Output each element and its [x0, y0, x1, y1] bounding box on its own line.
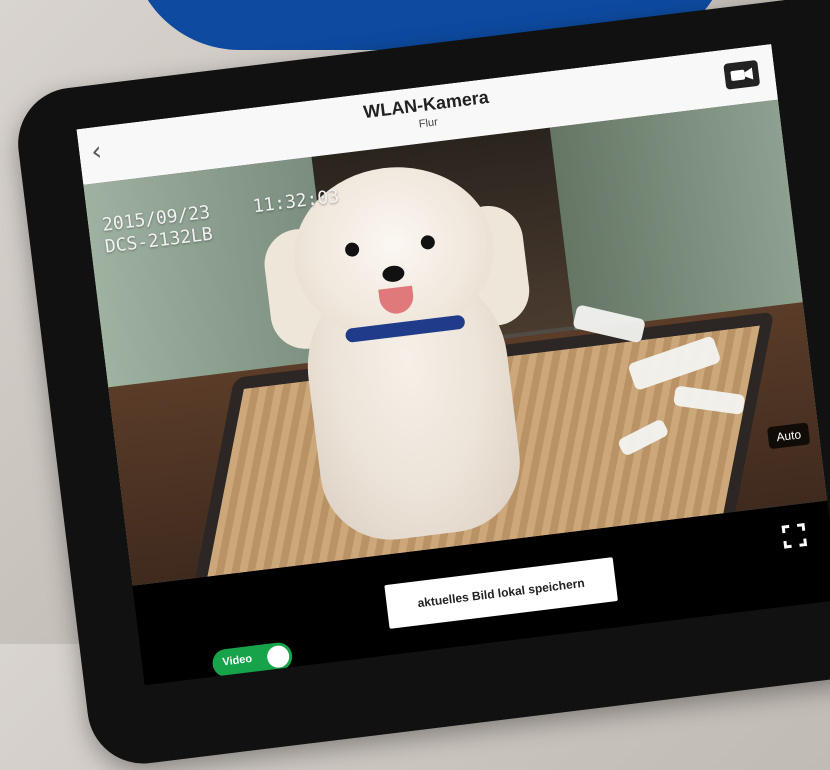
save-snapshot-button[interactable]: aktuelles Bild lokal speichern [384, 557, 618, 629]
video-toggle[interactable]: Video [210, 641, 294, 679]
fullscreen-icon [781, 523, 808, 549]
camera-mode-button[interactable] [723, 59, 761, 90]
toggle-knob [265, 644, 291, 669]
tablet-device: ‹ WLAN-Kamera Flur 2015/09/23 11:32:03 D… [11, 0, 830, 770]
fullscreen-button[interactable] [780, 521, 809, 550]
video-toggle-label: Video [221, 652, 253, 669]
video-camera-icon [730, 67, 754, 81]
app-screen: ‹ WLAN-Kamera Flur 2015/09/23 11:32:03 D… [76, 44, 830, 686]
camera-feed: 2015/09/23 11:32:03 DCS-2132LB Auto [83, 99, 828, 586]
